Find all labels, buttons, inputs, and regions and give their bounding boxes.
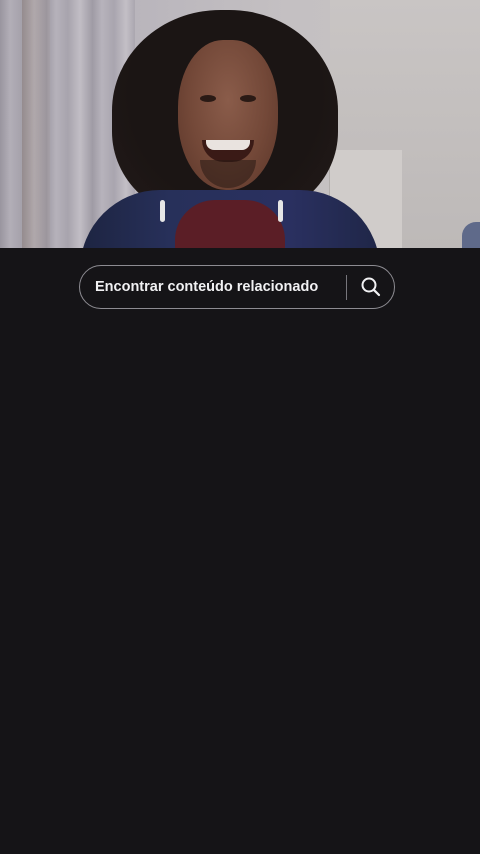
left-eye bbox=[200, 95, 216, 102]
second-person-edge bbox=[462, 222, 480, 248]
search-divider bbox=[346, 275, 347, 300]
earbud-left bbox=[160, 200, 165, 222]
smile bbox=[202, 140, 254, 162]
video-player[interactable] bbox=[0, 0, 480, 248]
shirt bbox=[175, 200, 285, 248]
curtain-shadow bbox=[22, 0, 50, 248]
screen: Encontrar conteúdo relacionado bbox=[0, 0, 480, 854]
face bbox=[178, 40, 278, 190]
person-in-video bbox=[80, 0, 380, 248]
search-button[interactable] bbox=[354, 270, 388, 304]
beard bbox=[200, 160, 256, 188]
earbud-right bbox=[278, 200, 283, 222]
right-eye bbox=[240, 95, 256, 102]
teeth bbox=[206, 140, 250, 150]
search-label[interactable]: Encontrar conteúdo relacionado bbox=[95, 266, 318, 308]
related-content-search-bar[interactable]: Encontrar conteúdo relacionado bbox=[79, 265, 395, 309]
search-icon bbox=[361, 277, 381, 297]
